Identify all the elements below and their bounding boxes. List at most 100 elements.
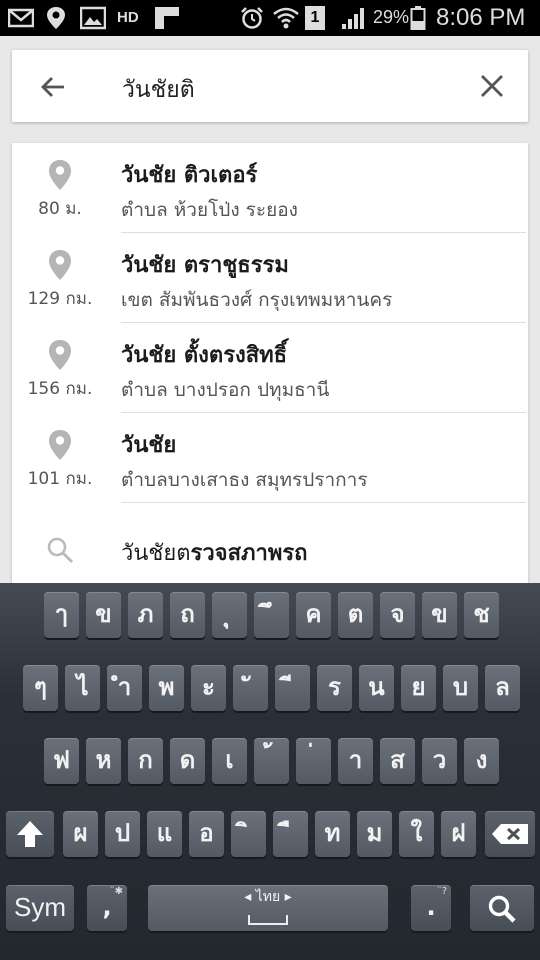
- key[interactable]: ค: [296, 592, 331, 638]
- key[interactable]: ี: [275, 665, 310, 711]
- close-icon[interactable]: [478, 72, 506, 100]
- key[interactable]: ร: [317, 665, 352, 711]
- language-indicator: ◂ ไทย ▸: [148, 889, 388, 905]
- sym-key[interactable]: Sym: [6, 885, 74, 931]
- key[interactable]: ส: [380, 738, 415, 784]
- key[interactable]: ภ: [128, 592, 163, 638]
- key[interactable]: ุ: [212, 592, 247, 638]
- key[interactable]: ฝ: [441, 811, 476, 857]
- search-key[interactable]: [470, 885, 534, 931]
- sim-icon: 1: [305, 6, 325, 30]
- location-pin-icon: [49, 340, 71, 370]
- clock: 8:06 PM: [436, 4, 526, 31]
- key[interactable]: ช: [464, 592, 499, 638]
- key[interactable]: ้: [254, 738, 289, 784]
- location-pin-icon: [49, 430, 71, 460]
- key[interactable]: ล: [485, 665, 520, 711]
- key[interactable]: แ: [147, 811, 182, 857]
- result-address: เขต สัมพันธวงศ์ กรุงเทพมหานคร: [121, 289, 393, 311]
- search-icon: [488, 895, 516, 923]
- app-icon: [155, 7, 179, 29]
- key[interactable]: ป: [105, 811, 140, 857]
- period-hint: ¨?: [436, 886, 447, 897]
- battery-percent: 29%: [373, 7, 410, 27]
- key[interactable]: ข: [422, 592, 457, 638]
- comma-key[interactable]: ¨✱,: [87, 885, 127, 931]
- result-item[interactable]: 101 กม. วันชัย ตำบลบางเสาธง สมุทรปราการ: [12, 413, 528, 503]
- key[interactable]: ใ: [399, 811, 434, 857]
- key[interactable]: ก: [128, 738, 163, 784]
- result-name: วันชัย ตั้งตรงสิทธิ์: [121, 343, 288, 368]
- key[interactable]: ม: [357, 811, 392, 857]
- comma-hint: ¨✱: [109, 886, 123, 897]
- key[interactable]: ื: [273, 811, 308, 857]
- location-icon: [47, 7, 65, 29]
- period-key[interactable]: ¨?.: [411, 885, 451, 931]
- result-item[interactable]: 156 กม. วันชัย ตั้งตรงสิทธิ์ ตำบล บางปรอ…: [12, 323, 528, 413]
- chevron-left-icon: ◂: [244, 889, 256, 905]
- language-label: ไทย: [255, 889, 281, 905]
- shift-arrow-icon: [17, 821, 43, 847]
- shift-key[interactable]: [6, 811, 54, 857]
- suggestion-text: วันชัยตรวจสภาพรถ: [121, 535, 308, 570]
- result-address: ตำบล ห้วยโป่ง ระยอง: [121, 199, 298, 221]
- backspace-key[interactable]: [485, 811, 535, 857]
- key[interactable]: ด: [170, 738, 205, 784]
- keyboard: ๅ ข ภ ถ ุ ึ ค ต จ ข ช ๆ ไ ำ พ ะ ั ี ร น …: [0, 583, 540, 960]
- key[interactable]: พ: [149, 665, 184, 711]
- result-item[interactable]: 80 ม. วันชัย ติวเตอร์ ตำบล ห้วยโป่ง ระยอ…: [12, 143, 528, 233]
- result-name: วันชัย ตราชูธรรม: [121, 253, 289, 278]
- key[interactable]: ผ: [63, 811, 98, 857]
- mail-icon: [8, 8, 34, 28]
- period-label: .: [426, 893, 436, 921]
- key[interactable]: ย: [401, 665, 436, 711]
- key[interactable]: ึ: [254, 592, 289, 638]
- result-item[interactable]: 129 กม. วันชัย ตราชูธรรม เขต สัมพันธวงศ์…: [12, 233, 528, 323]
- result-address: ตำบลบางเสาธง สมุทรปราการ: [121, 469, 368, 491]
- hd-icon: HD: [117, 9, 139, 26]
- result-name: วันชัย: [121, 433, 177, 458]
- key[interactable]: ท: [315, 811, 350, 857]
- key[interactable]: ่: [296, 738, 331, 784]
- key[interactable]: ง: [464, 738, 499, 784]
- key[interactable]: ถ: [170, 592, 205, 638]
- key[interactable]: น: [359, 665, 394, 711]
- suggestion-prefix: วันชัยต: [121, 541, 191, 566]
- alarm-icon: [241, 7, 263, 29]
- key[interactable]: า: [338, 738, 373, 784]
- status-bar: HD 1 29% 8:06 PM: [0, 0, 540, 36]
- key[interactable]: ๅ: [44, 592, 79, 638]
- image-icon: [80, 6, 106, 30]
- key[interactable]: ำ: [107, 665, 142, 711]
- backspace-icon: [492, 824, 528, 844]
- search-bar: วันชัยติ: [12, 50, 528, 122]
- key[interactable]: จ: [380, 592, 415, 638]
- key[interactable]: ว: [422, 738, 457, 784]
- result-distance: 156 กม.: [27, 379, 93, 399]
- key[interactable]: ะ: [191, 665, 226, 711]
- key[interactable]: ิ: [231, 811, 266, 857]
- result-distance: 80 ม.: [38, 199, 82, 219]
- result-distance: 101 กม.: [27, 469, 93, 489]
- battery-icon: [410, 6, 426, 30]
- key[interactable]: เ: [212, 738, 247, 784]
- key[interactable]: ไ: [65, 665, 100, 711]
- key[interactable]: ๆ: [23, 665, 58, 711]
- search-suggestion[interactable]: วันชัยตรวจสภาพรถ: [12, 503, 528, 583]
- suggestion-completion: รวจสภาพรถ: [190, 541, 308, 566]
- key[interactable]: อ: [189, 811, 224, 857]
- result-address: ตำบล บางปรอก ปทุมธานี: [121, 379, 330, 401]
- key[interactable]: ั: [233, 665, 268, 711]
- key[interactable]: บ: [443, 665, 478, 711]
- search-input[interactable]: วันชัยติ: [122, 72, 195, 108]
- key[interactable]: ข: [86, 592, 121, 638]
- signal-icon: [342, 8, 364, 29]
- key[interactable]: ต: [338, 592, 373, 638]
- space-key[interactable]: ◂ ไทย ▸: [148, 885, 388, 931]
- key[interactable]: ห: [86, 738, 121, 784]
- search-icon: [47, 537, 74, 564]
- arrow-left-icon[interactable]: [38, 72, 68, 102]
- key[interactable]: ฟ: [44, 738, 79, 784]
- sym-label: Sym: [14, 892, 66, 922]
- location-pin-icon: [49, 250, 71, 280]
